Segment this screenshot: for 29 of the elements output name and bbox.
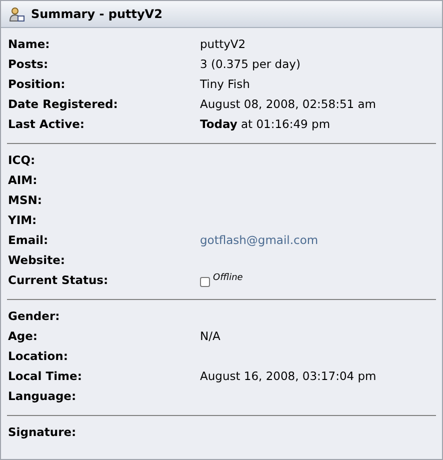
field-label: Age: (8, 329, 39, 343)
field-label: Language: (8, 389, 78, 403)
field-value: N/A (200, 329, 220, 343)
field-label: YIM: (8, 213, 38, 227)
field-label: Website: (8, 253, 66, 267)
field-value: August 08, 2008, 02:58:51 am (200, 97, 376, 111)
field-label: ICQ: (8, 153, 36, 167)
user-icon (9, 6, 25, 22)
field-label: Date Registered: (8, 97, 119, 111)
field-label: Gender: (8, 309, 61, 323)
field-label: Position: (8, 77, 66, 91)
field-label: Posts: (8, 57, 50, 71)
status-text: Offline (213, 273, 243, 283)
field-label: Local Time: (8, 369, 83, 383)
field-label: Current Status: (8, 273, 110, 287)
field-label: Last Active: (8, 117, 86, 131)
field-label: Name: (8, 37, 51, 51)
field-value: Today at 01:16:49 pm (200, 117, 330, 131)
field-value: August 16, 2008, 03:17:04 pm (200, 369, 376, 383)
field-label: Email: (8, 233, 50, 247)
field-label: Location: (8, 349, 69, 363)
panel-title: Summary - puttyV2 (31, 7, 162, 21)
field-value: puttyV2 (200, 37, 246, 51)
field-value: 3 (0.375 per day) (200, 57, 300, 71)
field-value: Tiny Fish (200, 77, 250, 91)
field-label: AIM: (8, 173, 38, 187)
field-label: Signature: (8, 425, 78, 439)
email-link[interactable]: gotflash@gmail.com (200, 233, 318, 247)
field-label: MSN: (8, 193, 43, 207)
